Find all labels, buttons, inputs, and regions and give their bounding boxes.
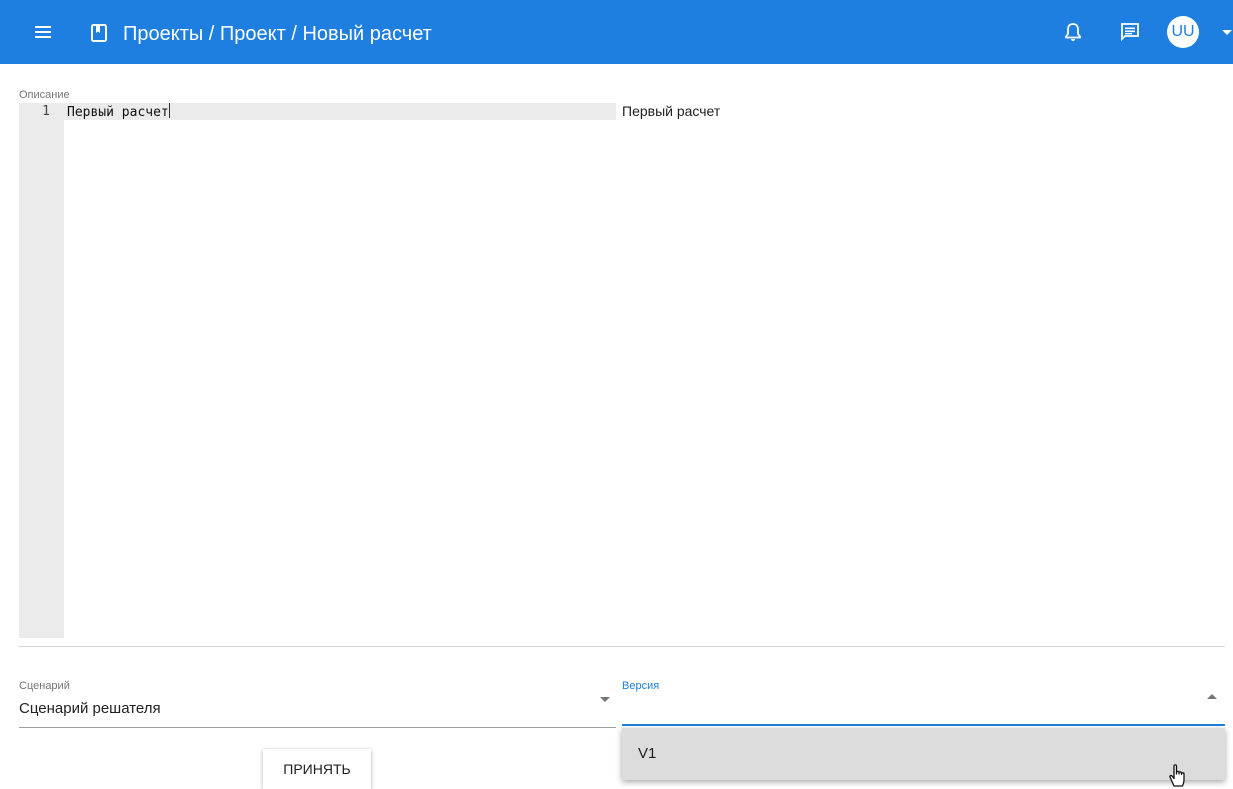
bell-icon[interactable] xyxy=(1064,22,1082,42)
app-bar: Проекты / Проект / Новый расчет UU xyxy=(0,0,1233,64)
breadcrumb-title: Проекты / Проект / Новый расчет xyxy=(123,23,432,45)
scenario-underline xyxy=(19,727,616,728)
description-label: Описание xyxy=(19,89,70,101)
line-number: 1 xyxy=(42,104,50,119)
caret-down-icon[interactable] xyxy=(600,697,610,702)
version-option[interactable]: V1 xyxy=(622,728,1225,780)
accept-button[interactable]: ПРИНЯТЬ xyxy=(263,749,371,789)
editor-gutter xyxy=(19,103,64,638)
version-option-label: V1 xyxy=(638,745,657,762)
chat-icon[interactable] xyxy=(1120,22,1140,42)
caret-up-icon[interactable] xyxy=(1207,694,1217,699)
editor-text: Первый расчет xyxy=(67,105,169,120)
divider xyxy=(19,646,1225,647)
scenario-value: Сценарий решателя xyxy=(19,700,161,717)
avatar[interactable]: UU xyxy=(1167,16,1199,48)
version-label: Версия xyxy=(622,680,660,692)
text-cursor xyxy=(168,103,170,118)
editor-text-line[interactable]: Первый расчет xyxy=(67,103,170,121)
description-preview: Первый расчет xyxy=(622,103,721,119)
hamburger-menu-icon[interactable] xyxy=(32,20,54,44)
book-icon xyxy=(91,24,107,42)
version-dropdown-menu: V1 xyxy=(622,728,1225,780)
hand-pointer-icon xyxy=(1169,764,1185,787)
description-editor[interactable]: 1 Первый расчет xyxy=(19,103,616,638)
version-select[interactable] xyxy=(622,676,1225,726)
caret-down-icon[interactable] xyxy=(1222,30,1232,35)
scenario-label: Сценарий xyxy=(19,680,70,692)
version-underline xyxy=(622,724,1225,726)
